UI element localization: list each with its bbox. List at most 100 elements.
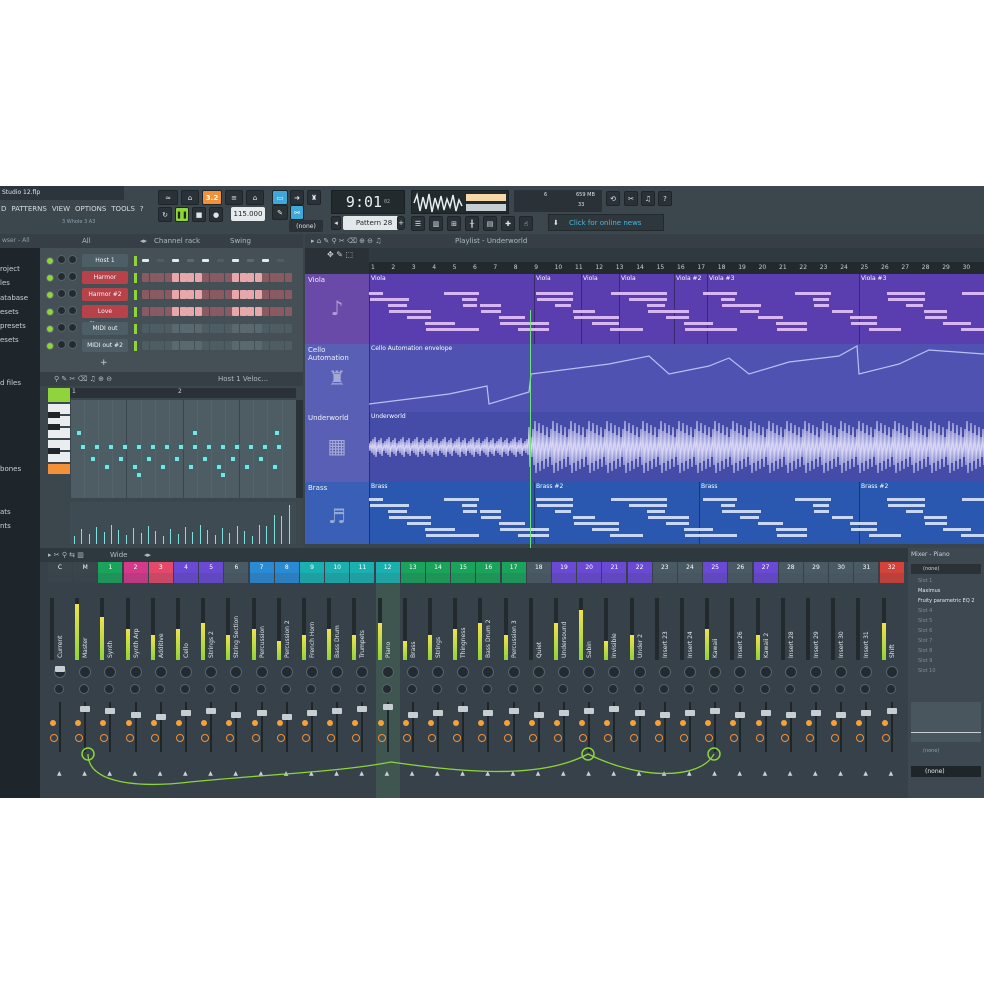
stereo-separation-knob[interactable] [860,684,871,694]
step-button[interactable] [277,324,284,333]
mute-led[interactable] [46,257,54,265]
velocity-lane[interactable] [70,502,296,544]
mixer-strip[interactable]: 6 String Section ▲ [224,562,249,798]
step-button[interactable] [164,290,172,299]
step-button[interactable] [224,273,232,282]
strip-number[interactable]: 17 [501,562,526,573]
stereo-separation-knob[interactable] [104,684,115,694]
step-button[interactable] [217,273,224,282]
online-news-button[interactable]: ⬇ Click for online news [548,214,664,231]
stereo-separation-knob[interactable] [684,684,694,694]
step-button[interactable] [202,273,209,282]
step-button[interactable] [269,341,277,350]
velocity-bar[interactable] [148,526,149,544]
loop-icon[interactable]: ↻ [158,207,172,222]
step-button[interactable] [187,341,194,350]
browser-item[interactable]: esets [0,333,40,347]
volume-fader[interactable] [685,710,695,716]
fx-enable-dot[interactable] [201,720,208,726]
fx-enable-dot[interactable] [75,720,82,726]
phase-icon[interactable] [50,734,58,742]
channel-row[interactable]: Harmor #2 [40,288,303,302]
phase-icon[interactable] [402,734,411,742]
step-button[interactable] [262,324,269,333]
pan-knob[interactable] [280,666,293,678]
volume-fader[interactable] [105,708,116,714]
step-button[interactable] [224,324,232,333]
strip-number[interactable]: 3 [148,562,173,573]
browser-item[interactable]: roject [0,262,40,276]
velocity-bar[interactable] [133,528,135,544]
menu-item-d[interactable]: D [1,203,6,215]
phase-icon[interactable] [604,734,613,742]
strip-number[interactable]: 18 [526,562,551,573]
pan-knob[interactable] [885,666,898,678]
browser-item[interactable]: nts [0,519,40,533]
add-channel-icon[interactable]: + [100,358,108,368]
mute-led[interactable] [46,291,54,299]
note-grid[interactable] [70,400,296,498]
piano-note[interactable] [160,464,166,470]
channel-rack-view-icon[interactable]: ⊞ [447,216,461,231]
piano-note[interactable] [76,430,82,436]
stereo-separation-knob[interactable] [532,684,543,694]
strip-number[interactable]: 28 [778,562,803,573]
step-button[interactable] [202,341,209,350]
effect-slot[interactable]: Fruity parametric EQ 2 [908,596,984,606]
step-button[interactable] [157,341,164,350]
velocity-bar[interactable] [88,534,90,544]
mixer-strip[interactable]: 9 French Horn ▲ [300,562,324,798]
volume-fader[interactable] [760,710,771,716]
strip-number[interactable]: 1 [98,562,123,573]
volume-fader[interactable] [382,704,393,710]
send-arrow-icon[interactable]: ▲ [889,770,894,777]
volume-fader[interactable] [231,712,242,718]
mixer-layout-label[interactable]: Wide [110,548,127,562]
fx-enable-dot[interactable] [654,720,661,726]
volume-fader[interactable] [307,710,317,716]
pattern-song-toggle[interactable]: 3.2 [202,190,222,205]
velocity-bar[interactable] [251,536,253,544]
mixer-strip[interactable]: 10 Bass Drum ▲ [325,562,350,798]
volume-knob[interactable] [68,255,77,264]
volume-fader[interactable] [886,708,897,714]
velocity-bar[interactable] [207,530,209,544]
step-button[interactable] [225,259,232,262]
strip-number[interactable]: C [48,562,72,573]
browser-item[interactable] [0,405,40,419]
strip-number[interactable]: 9 [300,562,324,573]
piano-note[interactable] [220,472,226,478]
mute-led[interactable] [46,325,54,333]
pan-knob[interactable] [583,666,596,678]
strip-number[interactable]: 14 [426,562,450,573]
stereo-separation-knob[interactable] [734,684,745,694]
stereo-separation-knob[interactable] [154,684,165,694]
stereo-separation-knob[interactable] [54,684,64,694]
track-header[interactable]: Underworld ▦ [305,412,369,482]
step-button[interactable] [202,259,209,262]
send-arrow-icon[interactable]: ▲ [763,770,768,777]
step-button[interactable] [142,273,149,282]
stereo-separation-knob[interactable] [658,684,669,694]
mixer-strip[interactable]: C Current ▲ [48,562,72,798]
volume-fader[interactable] [811,710,821,716]
effect-slot[interactable]: Slot 10 [908,666,984,676]
pan-knob[interactable] [255,666,268,678]
phase-icon[interactable] [755,734,764,742]
track-lane[interactable]: Viola Viola Viola Viola Viola #2 Viola #3 Viol… [369,274,984,344]
mixer-strip[interactable]: 31 Insert 31 ▲ [854,562,879,798]
step-button[interactable] [187,324,194,333]
volume-knob[interactable] [68,323,77,332]
phase-icon[interactable] [100,734,109,742]
piano-note[interactable] [132,464,138,470]
fx-enable-dot[interactable] [327,720,334,726]
step-button[interactable] [254,324,262,333]
step-button[interactable] [262,307,269,316]
fx-enable-dot[interactable] [856,720,863,726]
step-button[interactable] [284,307,292,316]
step-button[interactable] [172,324,179,333]
send-arrow-icon[interactable]: ▲ [788,770,793,777]
step-button[interactable] [149,324,157,333]
step-button[interactable] [142,290,149,299]
volume-fader[interactable] [735,712,746,718]
